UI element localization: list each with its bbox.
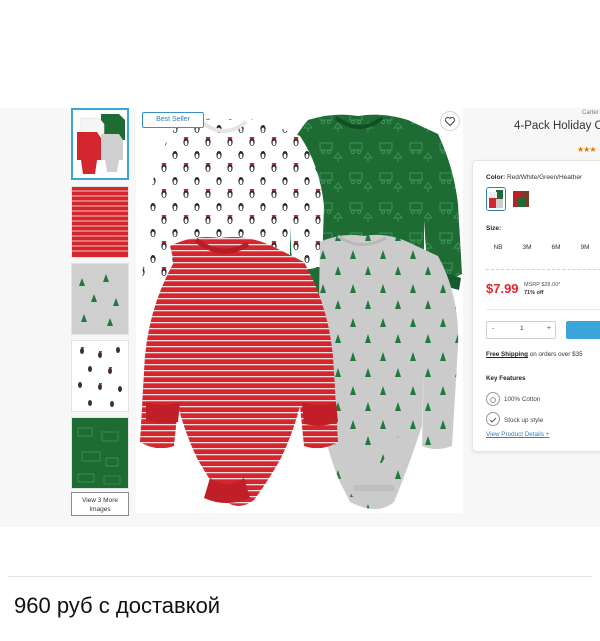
thumbnail-2[interactable] [71, 186, 129, 258]
free-shipping-link[interactable]: Free Shipping [486, 351, 528, 358]
feature-stock-up: Stock up style [504, 417, 544, 424]
color-value: Red/White/Green/Heather [506, 174, 583, 181]
size-option-6m[interactable]: 6M [544, 241, 568, 255]
quantity-stepper: - 1 + [486, 321, 556, 339]
shipping-threshold: on orders over $35 [527, 351, 583, 358]
key-features-heading: Key Features [486, 375, 526, 382]
cotton-icon [486, 392, 500, 406]
feature-cotton: 100% Cotton [504, 396, 541, 403]
shipping-info: Free Shipping on orders over $35 [486, 351, 583, 358]
size-label: Size: [486, 225, 502, 232]
size-option-3m[interactable]: 3M [515, 241, 539, 255]
divider [486, 309, 600, 310]
brand-name[interactable]: Carter [582, 110, 599, 116]
favorite-button[interactable] [440, 111, 460, 131]
view-product-details-link[interactable]: View Product Details + [486, 431, 549, 438]
sale-price: $7.99 [486, 281, 519, 296]
purchase-panel: Color: Red/White/Green/Heather Size: NB … [472, 160, 600, 452]
size-option-9m[interactable]: 9M [573, 241, 597, 255]
thumbnail-5[interactable] [71, 417, 129, 489]
best-seller-badge: Best Seller [142, 112, 204, 128]
quantity-decrease-button[interactable]: - [492, 325, 494, 332]
discount-label: 71% off [524, 290, 544, 296]
add-to-cart-button[interactable] [566, 321, 600, 339]
product-title: 4-Pack Holiday C [514, 120, 600, 132]
quantity-value[interactable]: 1 [520, 325, 524, 332]
color-label: Color: [486, 174, 506, 181]
view-more-images-button[interactable]: View 3 More Images [71, 492, 129, 516]
color-swatch-alt[interactable] [511, 187, 531, 211]
size-option-nb[interactable]: NB [486, 241, 510, 255]
thumbnail-1[interactable] [71, 108, 129, 180]
quantity-increase-button[interactable]: + [547, 325, 551, 332]
color-swatch-selected[interactable] [486, 187, 506, 211]
thumbnail-3[interactable] [71, 263, 129, 335]
color-row: Color: Red/White/Green/Heather [486, 174, 582, 181]
stock-up-icon [486, 412, 500, 426]
separator [8, 576, 592, 577]
dashed-divider [486, 269, 600, 270]
page: View 3 More Images Best Seller Carter 4-… [0, 0, 600, 641]
post-caption: 960 руб с доставкой [14, 593, 221, 618]
view-product-details-label[interactable]: View Product Details [486, 431, 544, 438]
plus-icon[interactable]: + [546, 431, 550, 438]
heart-icon [445, 117, 455, 127]
rating-stars[interactable]: ★★★ [577, 145, 596, 154]
product-screenshot: View 3 More Images Best Seller Carter 4-… [0, 108, 600, 527]
main-product-image [136, 108, 463, 513]
msrp-price: MSRP $28.00* [524, 282, 561, 288]
thumbnail-4[interactable] [71, 340, 129, 412]
